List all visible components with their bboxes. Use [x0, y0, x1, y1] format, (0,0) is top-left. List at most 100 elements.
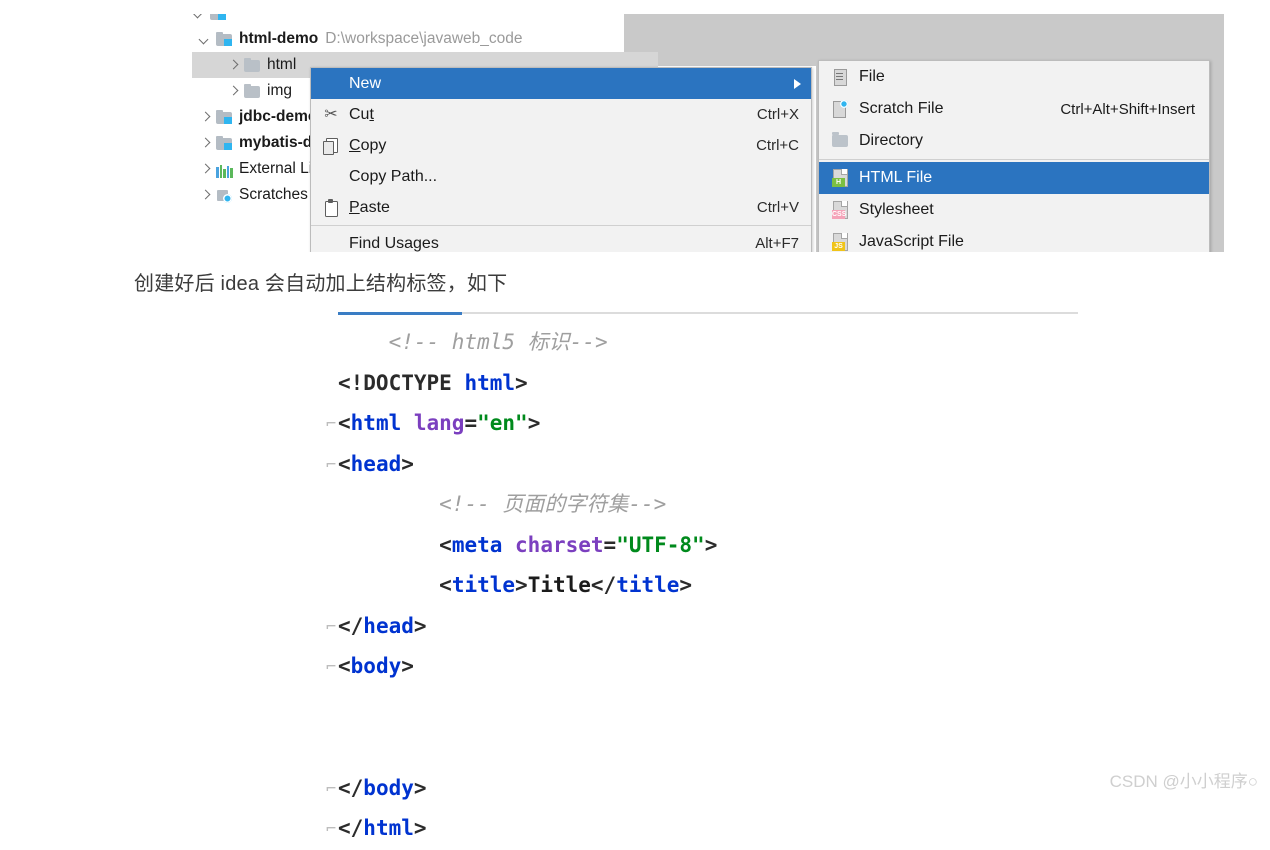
context-menu-item-shortcut: Alt+F7: [755, 235, 799, 252]
menu-item-no-icon: [319, 234, 343, 253]
context-menu-item-shortcut: Ctrl+V: [756, 199, 799, 216]
context-menu-item-label: Find Usages: [349, 234, 439, 252]
code-token: lang: [413, 411, 465, 435]
code-token: "en": [477, 411, 528, 435]
csdn-watermark: CSDN @小小程序○: [1109, 772, 1258, 791]
code-token: >: [527, 411, 541, 435]
code-token: >: [413, 816, 427, 840]
code-token: >: [704, 532, 718, 557]
code-fold-marker[interactable]: ⌐: [326, 445, 336, 486]
chevron-right-icon[interactable]: [198, 162, 212, 176]
new-submenu-item-stylesheet[interactable]: CSS Stylesheet: [819, 194, 1209, 226]
tree-item-label: img: [267, 82, 292, 99]
chevron-right-icon[interactable]: [226, 84, 240, 98]
context-menu-item-label: Paste: [349, 198, 390, 216]
code-token: <: [338, 411, 351, 435]
code-token: html: [350, 411, 414, 435]
scratch-file-icon: [829, 99, 851, 119]
code-token: <!DOCTYPE: [338, 370, 465, 395]
directory-icon: [829, 131, 851, 151]
code-token: head: [363, 613, 414, 638]
code-token: <: [338, 654, 351, 678]
code-token: Title: [527, 573, 591, 597]
chevron-right-icon[interactable]: [226, 58, 240, 72]
code-token: >: [515, 370, 528, 395]
code-token: >: [413, 775, 427, 800]
new-submenu-item-label: Directory: [859, 132, 924, 149]
ide-screenshot-region: html-demo D:\workspace\javaweb_codehtml im…: [192, 14, 1224, 252]
file-icon: [829, 67, 851, 87]
context-menu-item-paste[interactable]: Paste Ctrl+V: [311, 192, 811, 223]
folder-icon: [244, 83, 261, 99]
code-token: <: [439, 573, 452, 597]
tree-item-label: html: [267, 56, 297, 73]
new-submenu-item-label: JavaScript File: [859, 233, 964, 250]
external-libraries-icon: [216, 161, 233, 178]
module-folder-icon: [216, 135, 233, 151]
code-fold-marker[interactable]: ⌐: [326, 769, 336, 810]
code-token: =: [603, 532, 617, 557]
code-fold-marker[interactable]: ⌐: [326, 607, 336, 648]
context-menu-items[interactable]: New ✂ Cut Ctrl+X Copy Ctrl+C Copy Path... Paste…: [311, 68, 811, 252]
context-menu-item-find-usages[interactable]: Find Usages Alt+F7: [311, 228, 811, 253]
chevron-right-icon[interactable]: [198, 188, 212, 202]
code-token: >: [413, 613, 427, 638]
tree-item-label: html-demo: [239, 30, 319, 47]
context-menu-item-shortcut: Ctrl+X: [756, 106, 799, 123]
context-menu-item-copy[interactable]: Copy Ctrl+C: [311, 130, 811, 161]
code-line: <title>Title</title>: [338, 565, 717, 606]
context-menu-item-label: Copy Path...: [349, 167, 438, 185]
code-token: <: [338, 451, 351, 476]
context-menu-item-new[interactable]: New: [311, 68, 811, 99]
menu-item-no-icon: [319, 74, 343, 94]
code-token: </: [338, 816, 364, 840]
js-file-icon: JS: [829, 232, 851, 252]
chevron-down-icon[interactable]: [198, 32, 212, 46]
new-submenu-item-scratch-file[interactable]: Scratch File Ctrl+Alt+Shift+Insert: [819, 93, 1209, 125]
code-token: html: [464, 370, 516, 395]
new-submenu-item-javascript-file[interactable]: JS JavaScript File: [819, 226, 1209, 252]
code-fold-marker[interactable]: ⌐: [326, 809, 336, 850]
code-line: ⌐ <html lang="en">: [326, 403, 717, 444]
new-submenu-items[interactable]: File Scratch File Ctrl+Alt+Shift+Insert Dir…: [819, 61, 1209, 252]
new-submenu[interactable]: File Scratch File Ctrl+Alt+Shift+Insert Dir…: [818, 60, 1210, 252]
new-submenu-item-label: Stylesheet: [859, 201, 934, 218]
caption-text: 创建好后 idea 会自动加上结构标签，如下: [134, 273, 508, 295]
context-menu-item-copy-path[interactable]: Copy Path...: [311, 161, 811, 192]
code-token: </: [590, 573, 617, 597]
context-menu-item-label: Cut: [349, 105, 374, 123]
folder-icon: [244, 57, 261, 73]
code-token: </: [338, 775, 364, 800]
code-token: >: [515, 573, 528, 597]
code-token: html: [363, 816, 414, 840]
copy-icon: [319, 136, 343, 156]
menu-item-no-icon: [319, 167, 343, 187]
code-fold-marker[interactable]: ⌐: [326, 404, 336, 445]
code-token: >: [401, 654, 414, 678]
code-token: <: [439, 532, 452, 557]
context-menu-item-shortcut: Ctrl+C: [756, 137, 799, 154]
code-token: title: [451, 573, 516, 597]
new-submenu-item-file[interactable]: File: [819, 61, 1209, 93]
code-fold-marker[interactable]: ⌐: [326, 647, 336, 688]
new-submenu-item-directory[interactable]: Directory: [819, 125, 1209, 157]
submenu-arrow-icon: [794, 79, 801, 89]
context-menu[interactable]: New ✂ Cut Ctrl+X Copy Ctrl+C Copy Path... Paste…: [310, 67, 812, 252]
context-menu-item-cut[interactable]: ✂ Cut Ctrl+X: [311, 99, 811, 130]
tree-item-path: D:\workspace\javaweb_code: [325, 30, 523, 47]
code-token: head: [350, 451, 402, 476]
code-token: charset: [515, 532, 604, 557]
code-token: =: [464, 411, 478, 435]
module-folder-icon: [216, 109, 233, 125]
code-token: >: [679, 573, 693, 597]
new-submenu-item-shortcut: Ctrl+Alt+Shift+Insert: [1060, 100, 1195, 118]
code-token: meta: [451, 532, 516, 557]
paste-icon: [319, 198, 343, 218]
code-line: ⌐ <head>: [326, 444, 717, 485]
chevron-right-icon[interactable]: [198, 136, 212, 150]
tree-row[interactable]: html-demo D:\workspace\javaweb_code: [192, 26, 630, 52]
new-submenu-item-html-file[interactable]: H HTML File: [819, 162, 1209, 194]
chevron-right-icon[interactable]: [198, 110, 212, 124]
module-folder-icon: [210, 14, 227, 21]
